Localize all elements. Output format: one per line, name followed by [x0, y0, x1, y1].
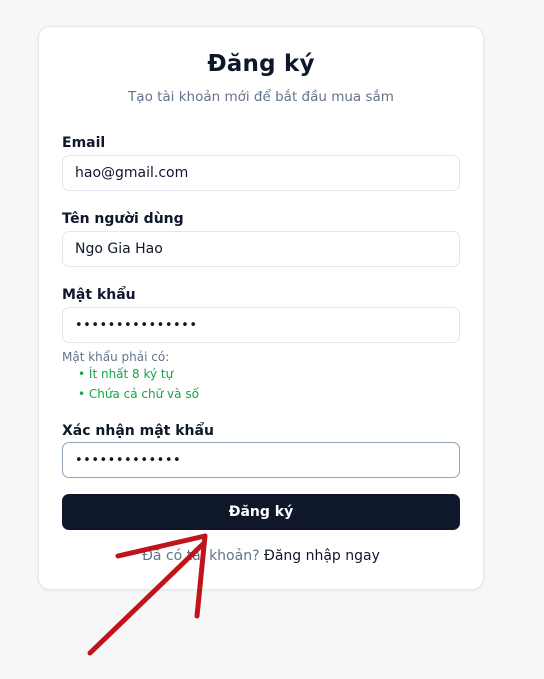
password-label: Mật khẩu	[62, 287, 136, 303]
register-page: Đăng ký Tạo tài khoản mới để bắt đầu mua…	[0, 0, 544, 679]
password-hint-list: Ít nhất 8 ký tự Chứa cả chữ và số	[78, 367, 199, 401]
email-field[interactable]	[62, 155, 460, 191]
password-rule-alphanumeric: Chứa cả chữ và số	[78, 387, 199, 401]
page-subtitle: Tạo tài khoản mới để bắt đầu mua sắm	[128, 89, 394, 105]
password-rule-length: Ít nhất 8 ký tự	[78, 367, 199, 381]
page-title: Đăng ký	[207, 51, 315, 77]
confirm-password-label: Xác nhận mật khẩu	[62, 423, 214, 439]
email-label: Email	[62, 135, 106, 151]
username-field[interactable]	[62, 231, 460, 267]
login-prompt-text: Đã có tài khoản?	[142, 548, 260, 564]
register-button[interactable]: Đăng ký	[62, 494, 460, 530]
confirm-password-field[interactable]	[62, 442, 460, 478]
register-card: Đăng ký Tạo tài khoản mới để bắt đầu mua…	[38, 26, 484, 590]
password-field[interactable]	[62, 307, 460, 343]
login-link[interactable]: Đăng nhập ngay	[264, 548, 380, 564]
password-hint-title: Mật khẩu phải có:	[62, 350, 170, 364]
username-label: Tên người dùng	[62, 211, 184, 227]
login-prompt: Đã có tài khoản? Đăng nhập ngay	[39, 548, 483, 564]
